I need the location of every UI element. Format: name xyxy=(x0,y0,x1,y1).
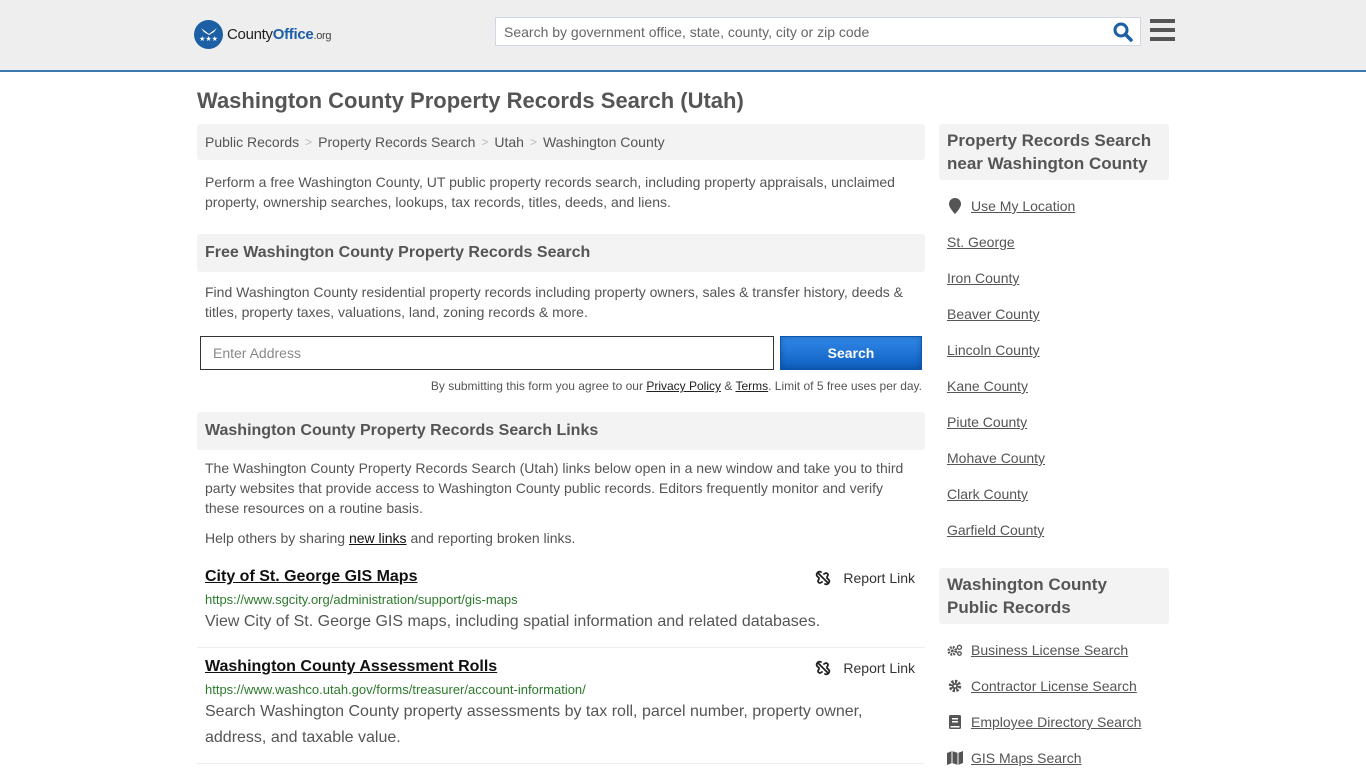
nearby-link-piute-county[interactable]: Piute County xyxy=(947,414,1027,430)
links-section-heading: Washington County Property Records Searc… xyxy=(197,412,925,450)
nearby-item: Kane County xyxy=(947,368,1161,404)
logo-word-org: .org xyxy=(313,30,332,42)
public-records-heading: Washington County Public Records xyxy=(939,568,1169,624)
form-disclaimer: By submitting this form you agree to our… xyxy=(197,379,925,393)
help-suffix: and reporting broken links. xyxy=(406,530,576,546)
global-search-input[interactable] xyxy=(496,18,1110,45)
report-link-label: Report Link xyxy=(843,570,915,586)
public-records-item: Business License Search xyxy=(947,632,1161,668)
logo-wordmark: CountyOffice.org xyxy=(227,26,332,43)
eagle-badge-icon: ★★★ xyxy=(194,20,223,49)
gis-maps-search-link[interactable]: GIS Maps Search xyxy=(971,750,1082,766)
public-records-item: Employee Directory Search xyxy=(947,704,1161,740)
privacy-policy-link[interactable]: Privacy Policy xyxy=(646,379,721,393)
breadcrumb-separator: > xyxy=(481,135,489,149)
use-location-item: Use My Location xyxy=(947,188,1161,224)
cogs-icon xyxy=(947,643,963,657)
nearby-item: Beaver County xyxy=(947,296,1161,332)
new-links-link[interactable]: new links xyxy=(349,530,407,546)
gear-icon xyxy=(947,679,963,693)
report-link-label: Report Link xyxy=(843,660,915,676)
search-icon[interactable] xyxy=(1110,19,1136,45)
book-icon xyxy=(947,715,963,729)
top-header: ★★★ CountyOffice.org xyxy=(0,0,1366,72)
link-item: Washington County Assessment Rolls Repor… xyxy=(197,648,925,764)
nearby-item: Iron County xyxy=(947,260,1161,296)
business-license-search-link[interactable]: Business License Search xyxy=(971,642,1128,658)
links-section-description: The Washington County Property Records S… xyxy=(205,460,904,516)
menu-bar xyxy=(1150,28,1175,32)
address-search-form: Search xyxy=(197,336,925,370)
link-description: View City of St. George GIS maps, includ… xyxy=(205,613,821,630)
nearby-item: Piute County xyxy=(947,404,1161,440)
address-input[interactable] xyxy=(200,336,774,370)
disclaimer-suffix: . Limit of 5 free uses per day. xyxy=(768,379,922,393)
intro-text: Perform a free Washington County, UT pub… xyxy=(205,174,895,210)
contractor-license-search-link[interactable]: Contractor License Search xyxy=(971,678,1137,694)
free-search-heading: Free Washington County Property Records … xyxy=(197,234,925,272)
nearby-item: Clark County xyxy=(947,476,1161,512)
link-description: Search Washington County property assess… xyxy=(205,703,863,746)
hamburger-menu-icon[interactable] xyxy=(1150,19,1175,41)
nearby-heading: Property Records Search near Washington … xyxy=(939,124,1169,180)
sidebar: Property Records Search near Washington … xyxy=(939,124,1169,776)
breadcrumb-utah[interactable]: Utah xyxy=(494,134,524,150)
stars-glyph: ★★★ xyxy=(199,35,218,43)
nearby-link-clark-county[interactable]: Clark County xyxy=(947,486,1028,502)
link-item: City of St. George GIS Maps Report Link … xyxy=(197,558,925,648)
nearby-link-beaver-county[interactable]: Beaver County xyxy=(947,306,1040,322)
menu-bar xyxy=(1150,19,1175,23)
address-search-button[interactable]: Search xyxy=(780,336,922,370)
nearby-item: Mohave County xyxy=(947,440,1161,476)
nearby-item: St. George xyxy=(947,224,1161,260)
free-search-description: Find Washington County residential prope… xyxy=(205,284,904,320)
logo-word-county: County xyxy=(227,26,273,43)
main-content: Public Records > Property Records Search… xyxy=(197,124,925,764)
link-url: https://www.sgcity.org/administration/su… xyxy=(205,592,518,607)
breadcrumb-property-records-search[interactable]: Property Records Search xyxy=(318,134,475,150)
nearby-link-st-george[interactable]: St. George xyxy=(947,234,1015,250)
global-search xyxy=(495,17,1141,46)
breadcrumb-public-records[interactable]: Public Records xyxy=(205,134,299,150)
menu-bar xyxy=(1150,37,1175,41)
link-title[interactable]: Washington County Assessment Rolls xyxy=(205,658,497,675)
nearby-link-kane-county[interactable]: Kane County xyxy=(947,378,1028,394)
nearby-link-garfield-county[interactable]: Garfield County xyxy=(947,522,1044,538)
map-icon xyxy=(947,751,963,765)
public-records-item: Contractor License Search xyxy=(947,668,1161,704)
nearby-item: Lincoln County xyxy=(947,332,1161,368)
link-list: City of St. George GIS Maps Report Link … xyxy=(197,558,925,764)
breadcrumb-washington-county[interactable]: Washington County xyxy=(543,134,665,150)
public-records-list: Business License Search Contractor Licen… xyxy=(939,624,1169,776)
nearby-link-lincoln-county[interactable]: Lincoln County xyxy=(947,342,1040,358)
broken-link-icon xyxy=(816,570,831,586)
breadcrumb: Public Records > Property Records Search… xyxy=(197,124,925,160)
logo-word-office: Office xyxy=(272,26,314,43)
public-records-item: GIS Maps Search xyxy=(947,740,1161,776)
employee-directory-search-link[interactable]: Employee Directory Search xyxy=(971,714,1141,730)
site-logo[interactable]: ★★★ CountyOffice.org xyxy=(194,20,332,49)
disclaimer-prefix: By submitting this form you agree to our xyxy=(430,379,647,393)
eagle-wings-icon xyxy=(200,27,217,35)
page-title: Washington County Property Records Searc… xyxy=(197,88,744,113)
nearby-link-iron-county[interactable]: Iron County xyxy=(947,270,1019,286)
help-prefix: Help others by sharing xyxy=(205,530,349,546)
link-title[interactable]: City of St. George GIS Maps xyxy=(205,568,417,585)
disclaimer-amp: & xyxy=(721,379,736,393)
report-link-button[interactable]: Report Link xyxy=(815,660,915,676)
map-marker-icon xyxy=(947,198,963,214)
breadcrumb-separator: > xyxy=(529,135,537,149)
use-my-location-link[interactable]: Use My Location xyxy=(971,198,1075,214)
report-link-button[interactable]: Report Link xyxy=(815,570,915,586)
broken-link-icon xyxy=(816,660,831,676)
terms-link[interactable]: Terms xyxy=(735,379,768,393)
nearby-link-mohave-county[interactable]: Mohave County xyxy=(947,450,1045,466)
breadcrumb-separator: > xyxy=(305,135,313,149)
help-text: Help others by sharing new links and rep… xyxy=(197,528,925,548)
link-url: https://www.washco.utah.gov/forms/treasu… xyxy=(205,682,586,697)
nearby-item: Garfield County xyxy=(947,512,1161,548)
nearby-list: Use My Location St. George Iron County B… xyxy=(939,180,1169,548)
